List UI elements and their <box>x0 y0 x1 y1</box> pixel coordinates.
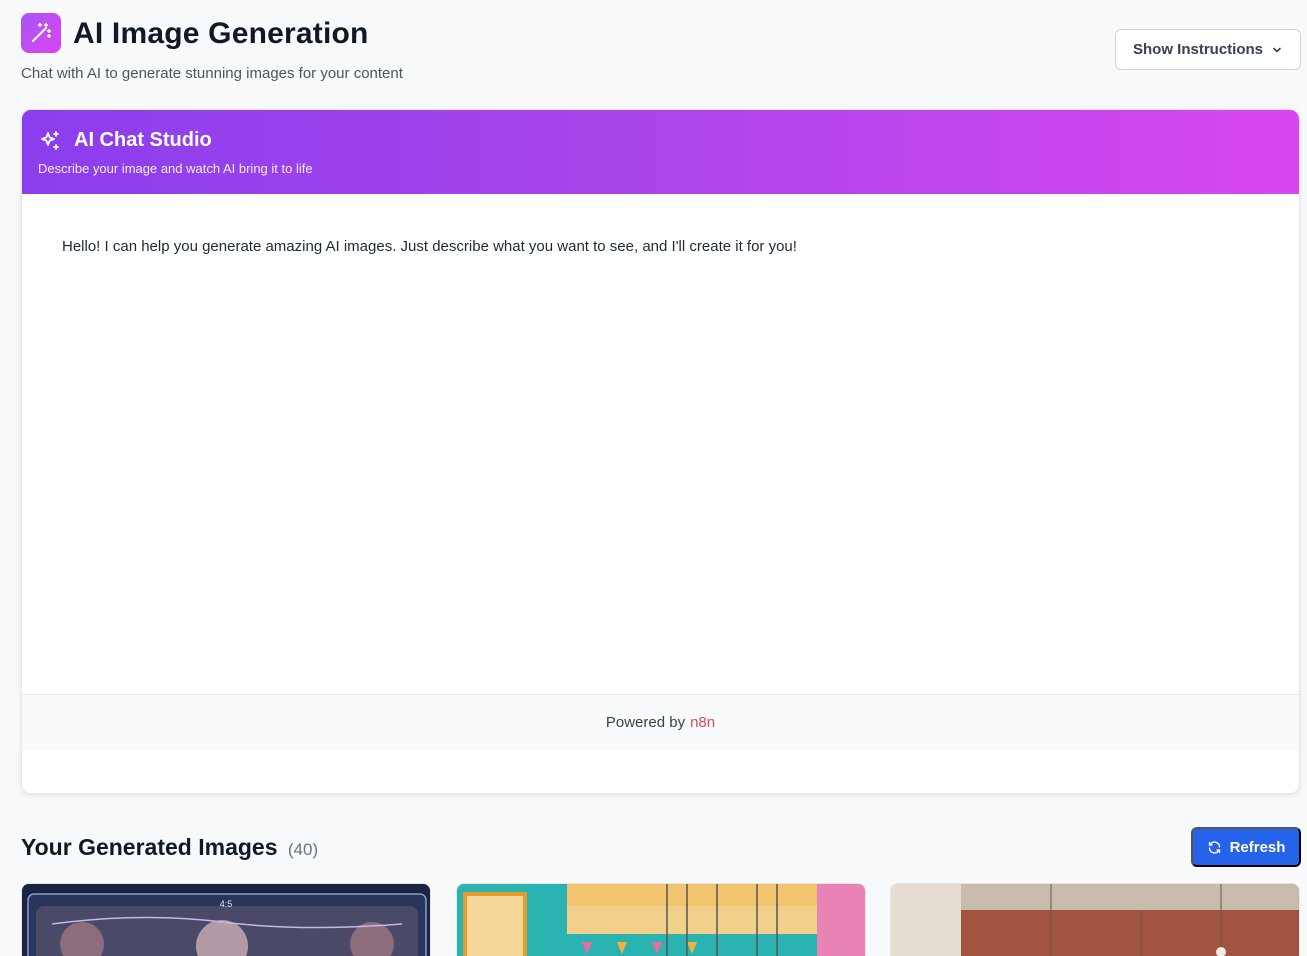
refresh-button[interactable]: Refresh <box>1191 827 1301 867</box>
gallery-title-text: Your Generated Images <box>21 834 278 860</box>
sparkles-icon <box>41 131 59 150</box>
chevron-down-icon <box>1273 47 1281 52</box>
n8n-link[interactable]: n8n <box>690 714 715 731</box>
generated-image-1: 4:5 <box>22 884 430 956</box>
show-instructions-label: Show Instructions <box>1132 41 1263 58</box>
refresh-label: Refresh <box>1229 838 1286 856</box>
chat-subtitle: Describe your image and watch AI bring i… <box>38 161 313 176</box>
assistant-message: Hello! I can help you generate amazing A… <box>62 238 797 255</box>
generated-image-card[interactable] <box>890 883 1300 956</box>
chat-messages: Hello! I can help you generate amazing A… <box>22 194 1299 694</box>
refresh-icon <box>1208 840 1220 854</box>
chat-title: AI Chat Studio <box>74 129 212 151</box>
aspect-ratio-label: 4:5 <box>220 899 233 909</box>
show-instructions-button[interactable]: Show Instructions <box>1115 29 1301 70</box>
powered-by-label: Powered by <box>605 714 686 731</box>
page-title: AI Image Generation <box>73 17 369 50</box>
generated-image-card[interactable]: 4:5 <box>21 883 431 956</box>
page-header: AI Image Generation Chat with AI to gene… <box>21 13 1301 93</box>
chat-footer: Powered by n8n <box>22 694 1299 750</box>
generated-image-3 <box>891 884 1299 956</box>
magic-wand-icon <box>21 13 61 53</box>
chat-header: AI Chat Studio Describe your image and w… <box>22 110 1299 194</box>
page-subtitle: Chat with AI to generate stunning images… <box>21 65 403 82</box>
chat-studio-card: AI Chat Studio Describe your image and w… <box>21 109 1300 794</box>
gallery-count: (40) <box>287 840 319 859</box>
gallery-title: Your Generated Images (40) <box>21 834 318 861</box>
generated-image-2 <box>457 884 865 956</box>
generated-image-card[interactable] <box>456 883 866 956</box>
